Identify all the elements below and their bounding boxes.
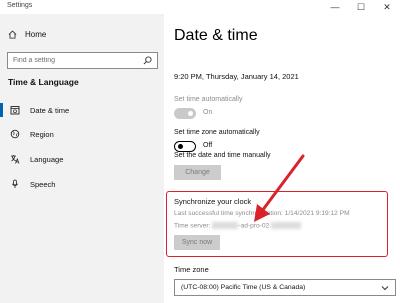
change-button[interactable]: Change: [174, 165, 221, 180]
timezone-value: (UTC-08:00) Pacific Time (US & Canada): [181, 284, 306, 291]
close-button[interactable]: ✕: [374, 0, 400, 14]
minimize-button[interactable]: —: [322, 0, 348, 14]
clock-icon: [10, 106, 20, 115]
redacted-blur: [212, 222, 239, 229]
set-tz-auto-state: Off: [203, 142, 213, 149]
manual-label: Set the date and time manually: [174, 152, 271, 159]
microphone-icon: [11, 179, 19, 188]
set-time-auto-toggle[interactable]: [174, 108, 196, 119]
set-tz-auto-label: Set time zone automatically: [174, 129, 260, 136]
time-server-name: -ad-pro-02: [238, 222, 270, 230]
current-datetime: 9:20 PM, Thursday, January 14, 2021: [174, 72, 299, 81]
sidebar-item-label: Language: [30, 154, 64, 164]
sidebar-item-speech[interactable]: Speech: [0, 172, 164, 196]
section-title: Time & Language: [8, 77, 79, 87]
sidebar-item-region[interactable]: Region: [0, 122, 164, 146]
chevron-down-icon: [381, 286, 389, 291]
set-tz-auto-toggle[interactable]: [174, 141, 196, 152]
window-title: Settings: [7, 2, 33, 9]
page-title: Date & time: [174, 27, 258, 44]
timezone-label: Time zone: [174, 265, 209, 274]
sidebar-item-label: Date & time: [30, 105, 70, 115]
globe-icon: [10, 129, 20, 139]
set-time-auto-state: On: [203, 109, 213, 116]
last-sync-text: Last successful time synchronization: 1/…: [174, 210, 350, 217]
sync-now-button[interactable]: Sync now: [174, 235, 220, 250]
search-box[interactable]: [7, 52, 158, 69]
sidebar-item-label: Speech: [30, 179, 56, 189]
sidebar-item-language[interactable]: Language: [0, 147, 164, 171]
search-input[interactable]: [8, 53, 140, 68]
home-icon: [8, 30, 17, 39]
language-icon: [11, 155, 20, 164]
home-link[interactable]: Home: [8, 30, 46, 39]
sidebar-item-label: Region: [30, 129, 54, 139]
title-bar: Settings — ☐ ✕: [0, 0, 400, 14]
redacted-blur: [271, 222, 302, 229]
home-label: Home: [25, 30, 47, 39]
maximize-button[interactable]: ☐: [348, 0, 374, 14]
time-server-prefix: Time server:: [174, 222, 211, 230]
sidebar: Home Time & Language Date & time Region: [0, 14, 164, 303]
search-icon[interactable]: [143, 56, 152, 65]
set-time-auto-label: Set time automatically: [174, 96, 243, 103]
sidebar-item-date-time[interactable]: Date & time: [0, 98, 164, 122]
timezone-dropdown[interactable]: (UTC-08:00) Pacific Time (US & Canada): [174, 279, 396, 296]
sync-title: Synchronize your clock: [174, 197, 252, 206]
time-server-line: Time server: -ad-pro-02: [174, 222, 302, 230]
